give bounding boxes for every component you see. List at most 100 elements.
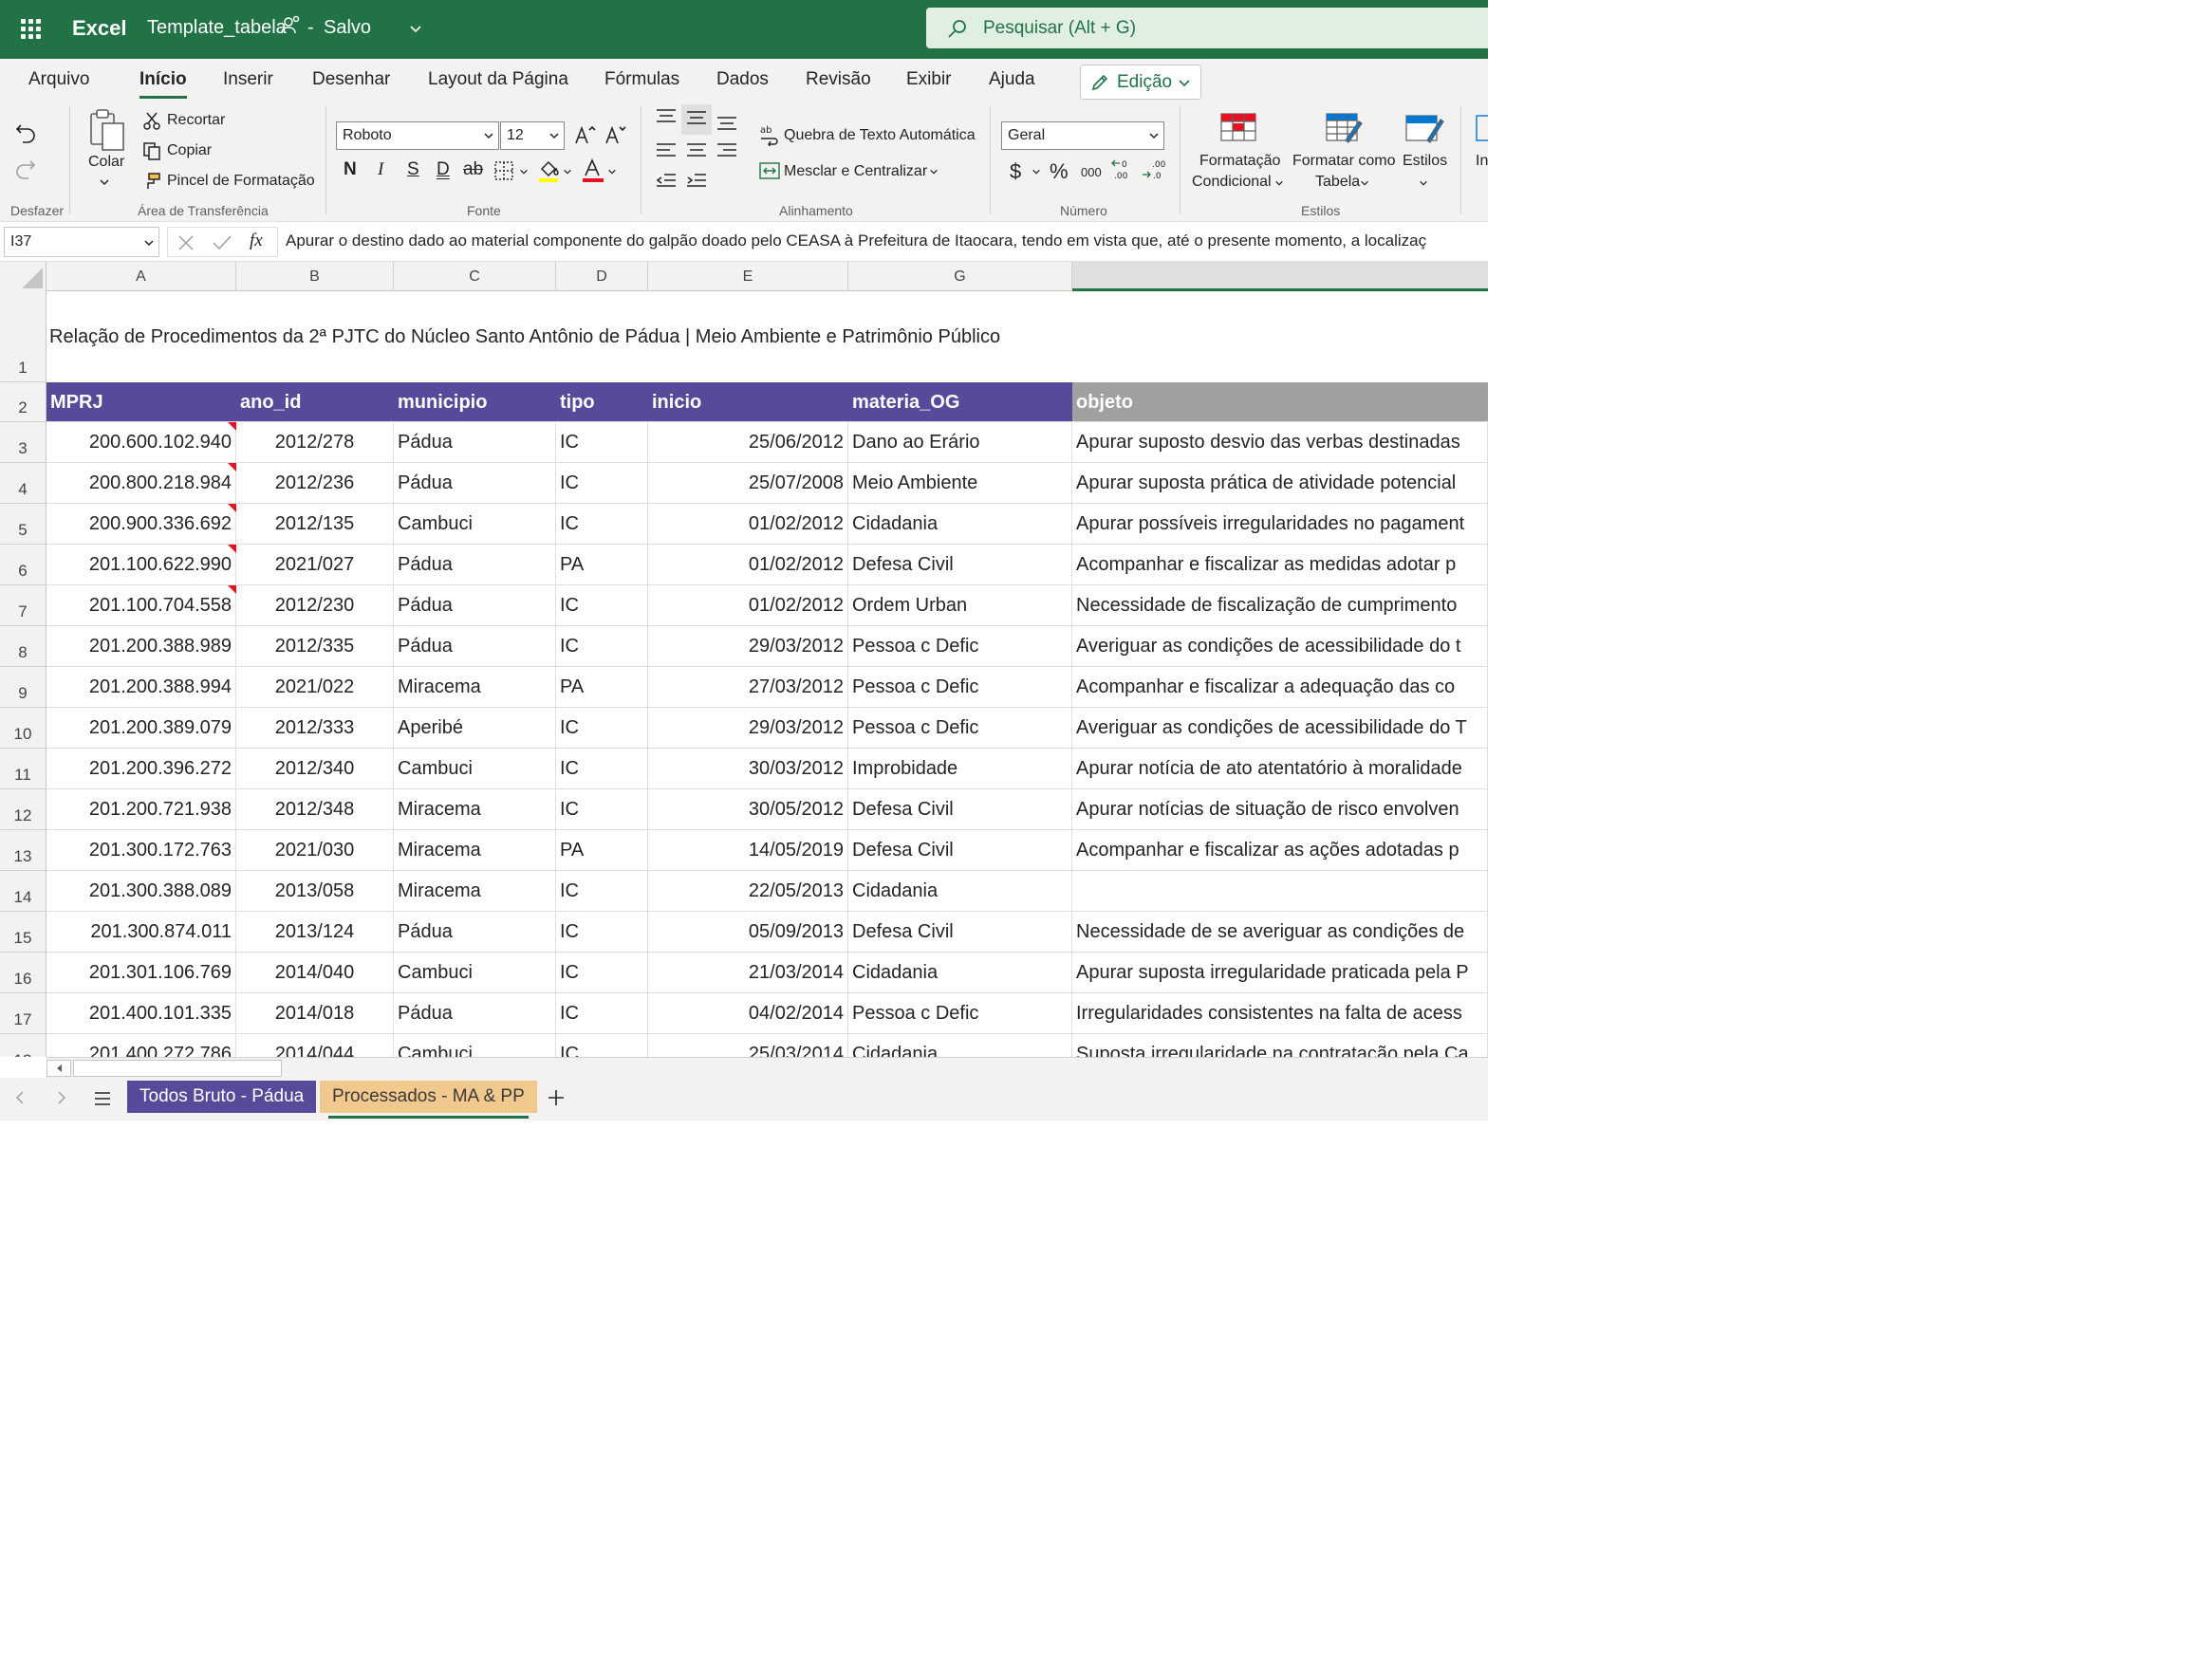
cell-tipo[interactable]: IC	[556, 504, 648, 545]
chevron-down-icon[interactable]	[563, 167, 572, 176]
column-header-a[interactable]: A	[46, 262, 236, 291]
cell-tipo[interactable]: PA	[556, 830, 648, 871]
cell-tipo[interactable]: PA	[556, 667, 648, 708]
row-header[interactable]: 15	[0, 912, 46, 953]
cell-tipo[interactable]: IC	[556, 789, 648, 830]
tab-inserir[interactable]: Inserir	[223, 69, 273, 90]
cell-materia-og[interactable]: Defesa Civil	[848, 545, 1072, 585]
cell-mprj[interactable]: 200.800.218.984	[46, 463, 236, 504]
row-header[interactable]: 7	[0, 585, 46, 626]
cell-municipio[interactable]: Pádua	[394, 912, 556, 953]
cell-inicio[interactable]: 29/03/2012	[648, 708, 848, 749]
tab-formulas[interactable]: Fórmulas	[604, 69, 679, 90]
paste-label[interactable]: Colar	[88, 154, 124, 171]
cell-mprj[interactable]: 201.200.389.079	[46, 708, 236, 749]
thousands-button[interactable]: 000	[1081, 165, 1102, 179]
cell-tipo[interactable]: IC	[556, 1034, 648, 1057]
cell-municipio[interactable]: Miracema	[394, 789, 556, 830]
cell-mprj[interactable]: 201.301.106.769	[46, 953, 236, 993]
shrink-font-icon[interactable]	[604, 123, 626, 146]
row-header[interactable]: 17	[0, 993, 46, 1034]
cell-ano-id[interactable]: 2014/040	[236, 953, 394, 993]
cell-materia-og[interactable]: Pessoa c Defic	[848, 626, 1072, 667]
tab-dados[interactable]: Dados	[716, 69, 769, 90]
cell-ano-id[interactable]: 2012/278	[236, 422, 394, 463]
fill-color-icon[interactable]	[537, 157, 562, 184]
cell-materia-og[interactable]: Meio Ambiente	[848, 463, 1072, 504]
cell-mprj[interactable]: 201.100.704.558	[46, 585, 236, 626]
undo-icon[interactable]	[13, 121, 38, 146]
cell-objeto[interactable]: Irregularidades consistentes na falta de…	[1072, 993, 1488, 1034]
align-left-icon[interactable]	[655, 142, 678, 159]
column-header-c[interactable]: C	[394, 262, 556, 291]
cell-ano-id[interactable]: 2012/230	[236, 585, 394, 626]
cell-materia-og[interactable]: Defesa Civil	[848, 830, 1072, 871]
double-underline-button[interactable]: D	[437, 159, 450, 180]
cell-materia-og[interactable]: Cidadania	[848, 871, 1072, 912]
spreadsheet-grid[interactable]: A B C D E G 1 Relação de Procedimentos d…	[0, 262, 1488, 1057]
cell-municipio[interactable]: Pádua	[394, 585, 556, 626]
align-right-icon[interactable]	[716, 142, 738, 159]
document-name[interactable]: Template_tabela	[147, 17, 287, 39]
cell-tipo[interactable]: IC	[556, 585, 648, 626]
tab-ajuda[interactable]: Ajuda	[989, 69, 1035, 90]
decrease-indent-icon[interactable]	[655, 173, 678, 190]
cell-mprj[interactable]: 201.400.272.786	[46, 1034, 236, 1057]
comment-indicator[interactable]	[228, 422, 236, 431]
chevron-down-icon[interactable]	[1032, 167, 1041, 176]
cell-mprj[interactable]: 200.600.102.940	[46, 422, 236, 463]
cell-municipio[interactable]: Aperibé	[394, 708, 556, 749]
row-header[interactable]: 12	[0, 789, 46, 830]
wrap-text-button[interactable]: Quebra de Texto Automática	[784, 127, 976, 144]
cell-inicio[interactable]: 04/02/2014	[648, 993, 848, 1034]
chevron-right-icon[interactable]	[53, 1090, 68, 1105]
chevron-down-icon[interactable]	[519, 167, 529, 176]
cell-tipo[interactable]: IC	[556, 993, 648, 1034]
row-header[interactable]: 11	[0, 749, 46, 789]
cell-mprj[interactable]: 201.200.388.989	[46, 626, 236, 667]
cell-mprj[interactable]: 201.300.874.011	[46, 912, 236, 953]
header-tipo[interactable]: tipo	[556, 382, 648, 422]
comment-indicator[interactable]	[228, 463, 236, 472]
cell-tipo[interactable]: IC	[556, 708, 648, 749]
cell-objeto[interactable]: Necessidade de fiscalização de cumprimen…	[1072, 585, 1488, 626]
bold-button[interactable]: N	[344, 159, 357, 180]
chevron-down-icon[interactable]	[1419, 178, 1428, 188]
cell-mprj[interactable]: 201.300.388.089	[46, 871, 236, 912]
redo-icon[interactable]	[13, 157, 38, 182]
cell-ano-id[interactable]: 2012/333	[236, 708, 394, 749]
cell-tipo[interactable]: IC	[556, 749, 648, 789]
cell-inicio[interactable]: 27/03/2012	[648, 667, 848, 708]
column-header-b[interactable]: B	[236, 262, 394, 291]
header-inicio[interactable]: inicio	[648, 382, 848, 422]
cell-municipio[interactable]: Pádua	[394, 993, 556, 1034]
cell-ano-id[interactable]: 2012/335	[236, 626, 394, 667]
cell-ano-id[interactable]: 2014/044	[236, 1034, 394, 1057]
cell-mprj[interactable]: 201.400.101.335	[46, 993, 236, 1034]
tab-revisao[interactable]: Revisão	[806, 69, 871, 90]
chevron-down-icon[interactable]	[1360, 178, 1369, 188]
cell-objeto[interactable]: Apurar suposta irregularidade praticada …	[1072, 953, 1488, 993]
sheet-title[interactable]: Relação de Procedimentos da 2ª PJTC do N…	[46, 291, 1000, 382]
cell-ano-id[interactable]: 2012/236	[236, 463, 394, 504]
percent-button[interactable]: %	[1050, 159, 1069, 184]
app-launcher-icon[interactable]	[21, 19, 41, 39]
cell-inicio[interactable]: 30/03/2012	[648, 749, 848, 789]
row-header[interactable]: 4	[0, 463, 46, 504]
tab-inicio[interactable]: Início	[139, 69, 187, 99]
cell-objeto[interactable]: Apurar notícias de situação de risco env…	[1072, 789, 1488, 830]
column-header-i[interactable]	[1072, 262, 1488, 291]
header-ano-id[interactable]: ano_id	[236, 382, 394, 422]
chevron-down-icon[interactable]	[929, 167, 939, 176]
font-name-select[interactable]: Roboto	[336, 121, 499, 150]
cell-mprj[interactable]: 201.200.396.272	[46, 749, 236, 789]
cell-ano-id[interactable]: 2014/018	[236, 993, 394, 1034]
scroll-thumb[interactable]	[73, 1060, 282, 1077]
column-header-d[interactable]: D	[556, 262, 648, 291]
align-center-icon[interactable]	[685, 142, 708, 159]
grow-font-icon[interactable]	[573, 123, 596, 146]
sheet-tab-todos-bruto[interactable]: Todos Bruto - Pádua	[127, 1081, 317, 1113]
confirm-icon[interactable]	[212, 234, 232, 251]
align-top-icon[interactable]	[655, 108, 678, 125]
app-name[interactable]: Excel	[72, 16, 127, 41]
